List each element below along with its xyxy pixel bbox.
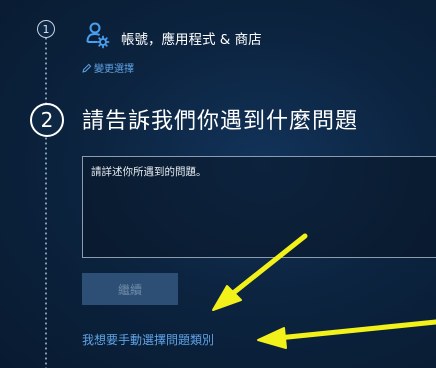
step-1-indicator: 1: [37, 20, 55, 38]
step-2-indicator: 2: [30, 103, 64, 137]
annotation-arrow-upper: [212, 233, 308, 311]
continue-button[interactable]: 繼續: [82, 273, 178, 305]
change-selection-label: 變更選擇: [94, 64, 134, 75]
annotation-arrow-lower: [257, 319, 436, 349]
manual-category-link[interactable]: 我想要手動選擇問題類別: [82, 331, 214, 348]
selected-category-label: 帳號，應用程式 & 商店: [121, 32, 262, 48]
change-selection-link[interactable]: 變更選擇: [82, 60, 134, 75]
pencil-icon: [82, 63, 92, 73]
page-heading: 請告訴我們你遇到什麼問題: [82, 109, 359, 134]
account-settings-icon: [86, 22, 110, 49]
progress-rail: [45, 36, 47, 368]
